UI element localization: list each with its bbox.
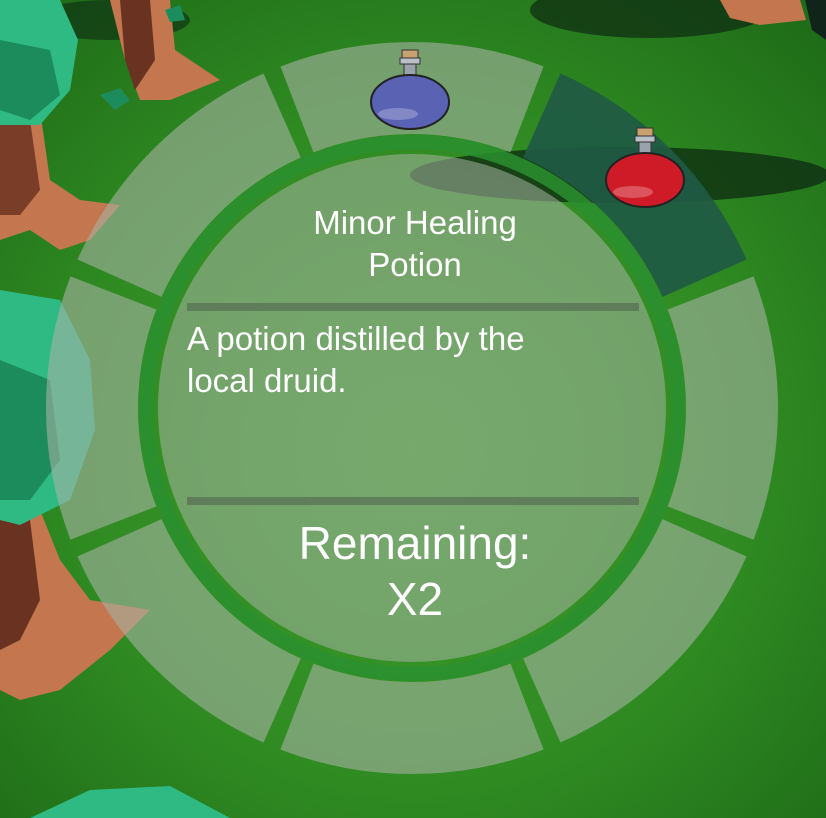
title-divider	[187, 303, 639, 311]
radial-item-menu	[45, 42, 779, 774]
item-title-line1: Minor Healing	[313, 204, 517, 241]
item-title-line2: Potion	[368, 246, 462, 283]
description-divider	[187, 497, 639, 505]
item-title: Minor Healing Potion	[250, 202, 580, 286]
item-description-line2: local druid.	[187, 362, 347, 399]
remaining-count: X2	[386, 573, 444, 625]
item-description: A potion distilled by the local druid.	[187, 318, 637, 402]
item-description-line1: A potion distilled by the	[187, 320, 525, 357]
remaining-label: Remaining:	[298, 517, 532, 569]
